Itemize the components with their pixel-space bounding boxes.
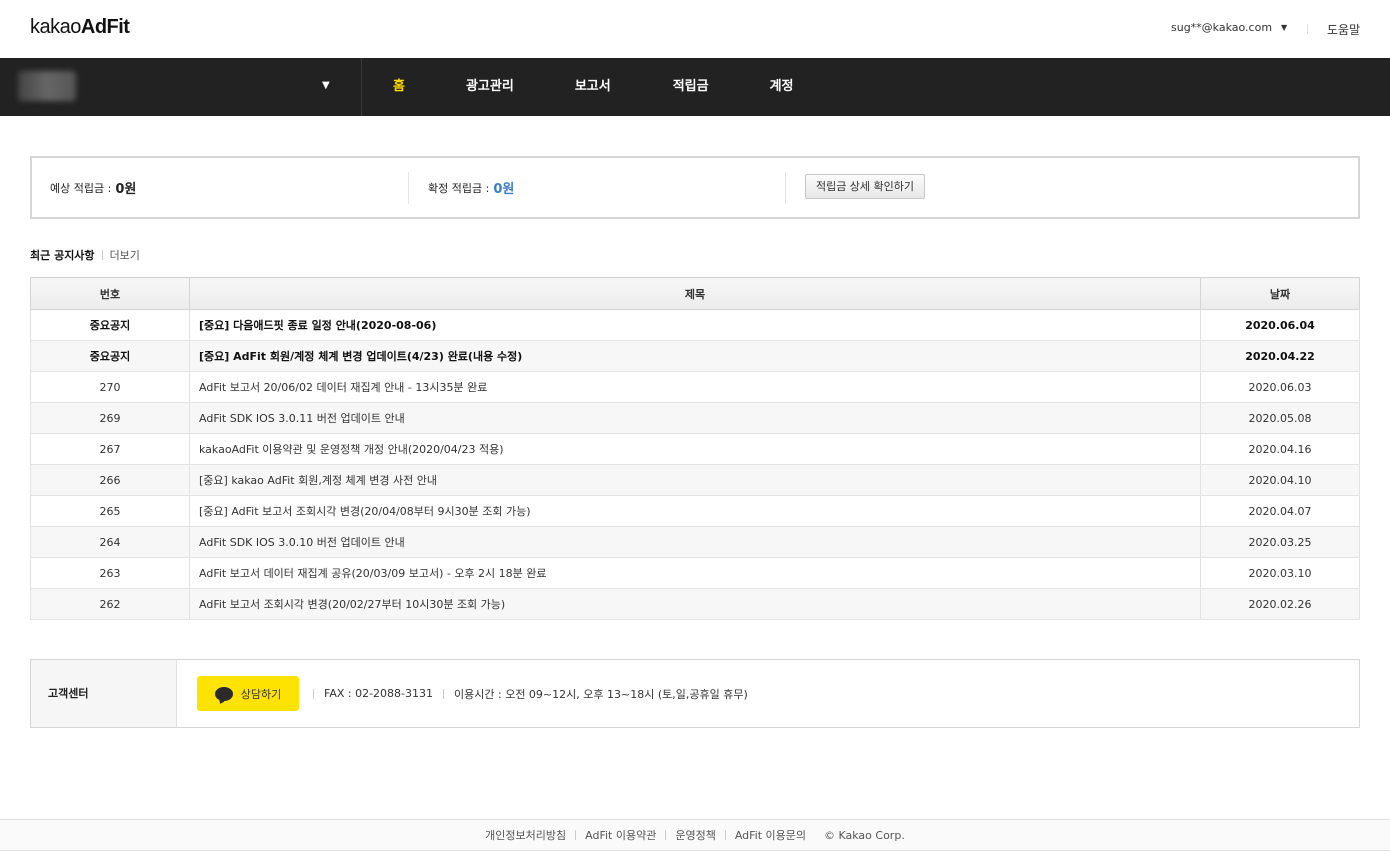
blurred-site-name bbox=[18, 71, 76, 101]
footer-link-policy[interactable]: 운영정책 bbox=[675, 827, 715, 843]
notice-date: 2020.04.16 bbox=[1200, 433, 1360, 465]
table-row[interactable]: 264 AdFit SDK IOS 3.0.10 버전 업데이트 안내 2020… bbox=[30, 526, 1360, 558]
footer-divider bbox=[724, 830, 726, 840]
notice-number: 중요공지 bbox=[30, 309, 190, 341]
table-row[interactable]: 265 [중요] AdFit 보고서 조회시각 변경(20/04/08부터 9시… bbox=[30, 495, 1360, 527]
main-nav: ▼ 홈 광고관리 보고서 적립금 계정 bbox=[0, 58, 1390, 116]
table-row[interactable]: 중요공지 [중요] 다음애드핏 종료 일정 안내(2020-08-06) 202… bbox=[30, 309, 1360, 341]
footer-copyright: © Kakao Corp. bbox=[824, 828, 905, 842]
info-divider bbox=[443, 688, 445, 699]
table-row[interactable]: 270 AdFit 보고서 20/06/02 데이터 재집계 안내 - 13시3… bbox=[30, 371, 1360, 403]
caret-down-icon: ▼ bbox=[322, 80, 330, 91]
notice-subject-link[interactable]: AdFit 보고서 20/06/02 데이터 재집계 안내 - 13시35분 완… bbox=[189, 371, 1201, 403]
notice-number: 262 bbox=[30, 588, 190, 620]
table-row[interactable]: 269 AdFit SDK IOS 3.0.11 버전 업데이트 안내 2020… bbox=[30, 402, 1360, 434]
notice-number: 266 bbox=[30, 464, 190, 496]
chat-consult-label: 상담하기 bbox=[240, 687, 282, 701]
notice-subject-link[interactable]: AdFit 보고서 데이터 재집계 공유(20/03/09 보고서) - 오후 … bbox=[189, 557, 1201, 589]
notice-number: 270 bbox=[30, 371, 190, 403]
notice-number: 265 bbox=[30, 495, 190, 527]
notice-table-header: 번호 제목 날짜 bbox=[30, 277, 1360, 310]
notice-subject-link[interactable]: AdFit SDK IOS 3.0.11 버전 업데이트 안내 bbox=[189, 402, 1201, 434]
fax-number: FAX : 02-2088-3131 bbox=[324, 687, 434, 700]
nav-item-reports[interactable]: 보고서 bbox=[575, 58, 611, 116]
header-divider bbox=[1307, 24, 1308, 34]
nav-item-revenue[interactable]: 적립금 bbox=[673, 58, 709, 116]
notice-subject-link[interactable]: AdFit SDK IOS 3.0.10 버전 업데이트 안내 bbox=[189, 526, 1201, 558]
footer-divider bbox=[665, 830, 667, 840]
notice-date: 2020.02.26 bbox=[1200, 588, 1360, 620]
notice-date: 2020.05.08 bbox=[1200, 402, 1360, 434]
notice-date: 2020.04.22 bbox=[1200, 340, 1360, 372]
notice-divider bbox=[101, 250, 103, 260]
notice-number: 269 bbox=[30, 402, 190, 434]
notice-date: 2020.03.25 bbox=[1200, 526, 1360, 558]
notice-subject-link[interactable]: [중요] kakao AdFit 회원,계정 체계 변경 사전 안내 bbox=[189, 464, 1201, 496]
notice-date: 2020.03.10 bbox=[1200, 557, 1360, 589]
nav-item-account[interactable]: 계정 bbox=[770, 58, 794, 116]
notice-number: 267 bbox=[30, 433, 190, 465]
revenue-divider bbox=[785, 172, 786, 204]
notice-number: 중요공지 bbox=[30, 340, 190, 372]
notice-subject-link[interactable]: [중요] AdFit 보고서 조회시각 변경(20/04/08부터 9시30분 … bbox=[189, 495, 1201, 527]
user-account-menu[interactable]: sug**@kakao.com ▼ bbox=[1171, 21, 1287, 34]
help-link[interactable]: 도움말 bbox=[1327, 21, 1360, 38]
expected-revenue-label: 예상 적립금 : bbox=[50, 181, 112, 195]
notice-table: 번호 제목 날짜 중요공지 [중요] 다음애드핏 종료 일정 안내(2020-0… bbox=[30, 277, 1360, 620]
notice-number: 264 bbox=[30, 526, 190, 558]
table-row[interactable]: 263 AdFit 보고서 데이터 재집계 공유(20/03/09 보고서) -… bbox=[30, 557, 1360, 589]
notice-number: 263 bbox=[30, 557, 190, 589]
info-divider bbox=[313, 688, 314, 699]
notice-subject-link[interactable]: kakaoAdFit 이용약관 및 운영정책 개정 안내(2020/04/23 … bbox=[189, 433, 1201, 465]
expected-revenue: 예상 적립금 : 0원 bbox=[50, 158, 136, 217]
user-email: sug**@kakao.com bbox=[1171, 21, 1273, 34]
confirmed-revenue-label: 확정 적립금 : bbox=[428, 181, 490, 195]
notice-date: 2020.04.07 bbox=[1200, 495, 1360, 527]
customer-center: 고객센터 상담하기 FAX : 02-2088-3131 이용시간 : 오전 0… bbox=[30, 659, 1360, 728]
caret-down-icon: ▼ bbox=[1281, 23, 1288, 32]
logo-light-text: kakao bbox=[30, 16, 81, 38]
notice-subject-link[interactable]: AdFit 보고서 조회시각 변경(20/02/27부터 10시30분 조회 가… bbox=[189, 588, 1201, 620]
revenue-detail-button[interactable]: 적립금 상세 확인하기 bbox=[805, 174, 925, 199]
customer-center-label: 고객센터 bbox=[31, 660, 177, 727]
nav-menu: 홈 광고관리 보고서 적립금 계정 bbox=[363, 58, 794, 116]
notice-header: 최근 공지사항 더보기 bbox=[30, 247, 140, 263]
column-number: 번호 bbox=[30, 277, 190, 310]
column-date: 날짜 bbox=[1200, 277, 1360, 310]
header: kakaoAdFit sug**@kakao.com ▼ 도움말 bbox=[0, 0, 1390, 58]
footer-link-privacy[interactable]: 개인정보처리방침 bbox=[485, 827, 566, 843]
notice-subject-link[interactable]: [중요] 다음애드핏 종료 일정 안내(2020-08-06) bbox=[189, 309, 1201, 341]
column-subject: 제목 bbox=[189, 277, 1201, 310]
notice-date: 2020.04.10 bbox=[1200, 464, 1360, 496]
revenue-divider bbox=[408, 172, 409, 204]
customer-center-info: FAX : 02-2088-3131 이용시간 : 오전 09~12시, 오후 … bbox=[313, 660, 748, 727]
footer-link-terms[interactable]: AdFit 이용약관 bbox=[585, 827, 656, 843]
table-row[interactable]: 267 kakaoAdFit 이용약관 및 운영정책 개정 안내(2020/04… bbox=[30, 433, 1360, 465]
logo-bold-text: AdFit bbox=[80, 16, 130, 38]
chat-consult-button[interactable]: 상담하기 bbox=[197, 676, 299, 711]
table-row[interactable]: 중요공지 [중요] AdFit 회원/계정 체계 변경 업데이트(4/23) 완… bbox=[30, 340, 1360, 372]
notice-subject-link[interactable]: [중요] AdFit 회원/계정 체계 변경 업데이트(4/23) 완료(내용 … bbox=[189, 340, 1201, 372]
confirmed-revenue-value: 0원 bbox=[493, 182, 515, 197]
expected-revenue-value: 0원 bbox=[115, 182, 137, 197]
notice-title: 최근 공지사항 bbox=[30, 249, 95, 262]
site-selector[interactable]: ▼ bbox=[0, 58, 362, 116]
nav-item-home[interactable]: 홈 bbox=[393, 58, 405, 116]
confirmed-revenue: 확정 적립금 : 0원 bbox=[428, 158, 514, 217]
footer-link-inquiry[interactable]: AdFit 이용문의 bbox=[735, 827, 806, 843]
notice-date: 2020.06.04 bbox=[1200, 309, 1360, 341]
footer-divider bbox=[575, 830, 577, 840]
speech-bubble-icon bbox=[214, 686, 233, 701]
table-row[interactable]: 266 [중요] kakao AdFit 회원,계정 체계 변경 사전 안내 2… bbox=[30, 464, 1360, 496]
notice-date: 2020.06.03 bbox=[1200, 371, 1360, 403]
footer: 개인정보처리방침 AdFit 이용약관 운영정책 AdFit 이용문의 © Ka… bbox=[0, 819, 1390, 851]
notice-more-link[interactable]: 더보기 bbox=[110, 247, 140, 263]
table-row[interactable]: 262 AdFit 보고서 조회시각 변경(20/02/27부터 10시30분 … bbox=[30, 588, 1360, 620]
service-hours: 이용시간 : 오전 09~12시, 오후 13~18시 (토,일,공휴일 휴무) bbox=[454, 687, 748, 701]
kakao-adfit-logo[interactable]: kakaoAdFit bbox=[30, 16, 130, 39]
nav-item-ad-management[interactable]: 광고관리 bbox=[466, 58, 514, 116]
revenue-summary: 예상 적립금 : 0원 확정 적립금 : 0원 적립금 상세 확인하기 bbox=[30, 156, 1360, 219]
